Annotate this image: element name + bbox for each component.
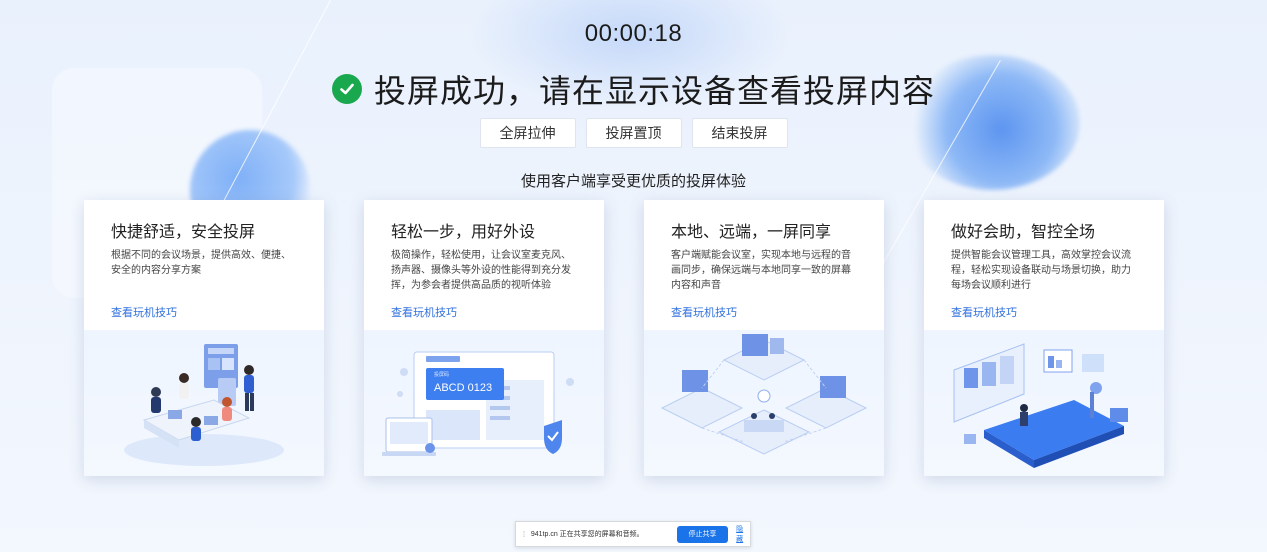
cast-code-caption: 投屏码 (434, 371, 449, 378)
tips-link[interactable]: 查看玩机技巧 (671, 304, 737, 320)
stop-sharing-button[interactable]: 停止共享 (676, 525, 729, 543)
feature-card: 做好会助，智控全场 提供智能会议管理工具，高效掌控会议流程，轻松实现设备联动与场… (924, 200, 1164, 476)
success-check-icon (331, 74, 362, 104)
cast-status: 投屏成功，请在显示设备查看投屏内容 (0, 66, 1267, 112)
feature-card: 快捷舒适，安全投屏 根据不同的会议场景，提供高效、便捷、安全的内容分享方案 查看… (84, 200, 324, 476)
feature-card: 轻松一步，用好外设 极简操作，轻松使用，让会议室麦克风、扬声器、摄像头等外设的性… (364, 200, 604, 476)
meeting-illustration (84, 330, 324, 476)
pin-on-top-button[interactable]: 投屏置顶 (585, 118, 682, 148)
peripherals-illustration: 投屏码 ABCD 0123 (364, 330, 604, 476)
card-title: 做好会助，智控全场 (951, 224, 1096, 241)
tips-link[interactable]: 查看玩机技巧 (391, 304, 457, 320)
card-description: 极简操作，轻松使用，让会议室麦克风、扬声器、摄像头等外设的性能得到充分发挥，为参… (391, 250, 571, 291)
card-title: 快捷舒适，安全投屏 (111, 224, 256, 241)
card-description: 提供智能会议管理工具，高效掌控会议流程，轻松实现设备联动与场景切换，助力每场会议… (951, 250, 1131, 291)
card-description: 根据不同的会议场景，提供高效、便捷、安全的内容分享方案 (111, 250, 291, 276)
tips-link[interactable]: 查看玩机技巧 (111, 304, 177, 320)
cast-actions: 全屏拉伸 投屏置顶 结束投屏 (0, 118, 1267, 148)
share-message: 941tp.cn 正在共享您的屏幕和音频。 (530, 531, 644, 538)
card-title: 本地、远端，一屏同享 (671, 224, 832, 241)
remote-sync-illustration (644, 330, 884, 476)
cast-timer: 00:00:18 (584, 20, 683, 47)
screen-share-notification: ⁞ 941tp.cn 正在共享您的屏幕和音频。 停止共享 隐藏 (515, 521, 751, 547)
hide-link[interactable]: 隐藏 (736, 524, 750, 544)
cast-code-label: ABCD 0123 (434, 382, 492, 394)
card-description: 客户端赋能会议室，实现本地与远程的音画同步，确保远端与本地同享一致的屏幕内容和声… (671, 250, 851, 291)
feature-card: 本地、远端，一屏同享 客户端赋能会议室，实现本地与远程的音画同步，确保远端与本地… (644, 200, 884, 476)
client-promo-subtitle: 使用客户端享受更优质的投屏体验 (520, 173, 746, 190)
smart-control-illustration (924, 330, 1164, 476)
fullscreen-stretch-button[interactable]: 全屏拉伸 (479, 118, 576, 148)
end-cast-button[interactable]: 结束投屏 (691, 118, 788, 148)
card-title: 轻松一步，用好外设 (391, 224, 536, 241)
cast-status-text: 投屏成功，请在显示设备查看投屏内容 (373, 73, 935, 109)
drag-handle-icon[interactable]: ⁞ (519, 530, 529, 539)
tips-link[interactable]: 查看玩机技巧 (951, 304, 1017, 320)
